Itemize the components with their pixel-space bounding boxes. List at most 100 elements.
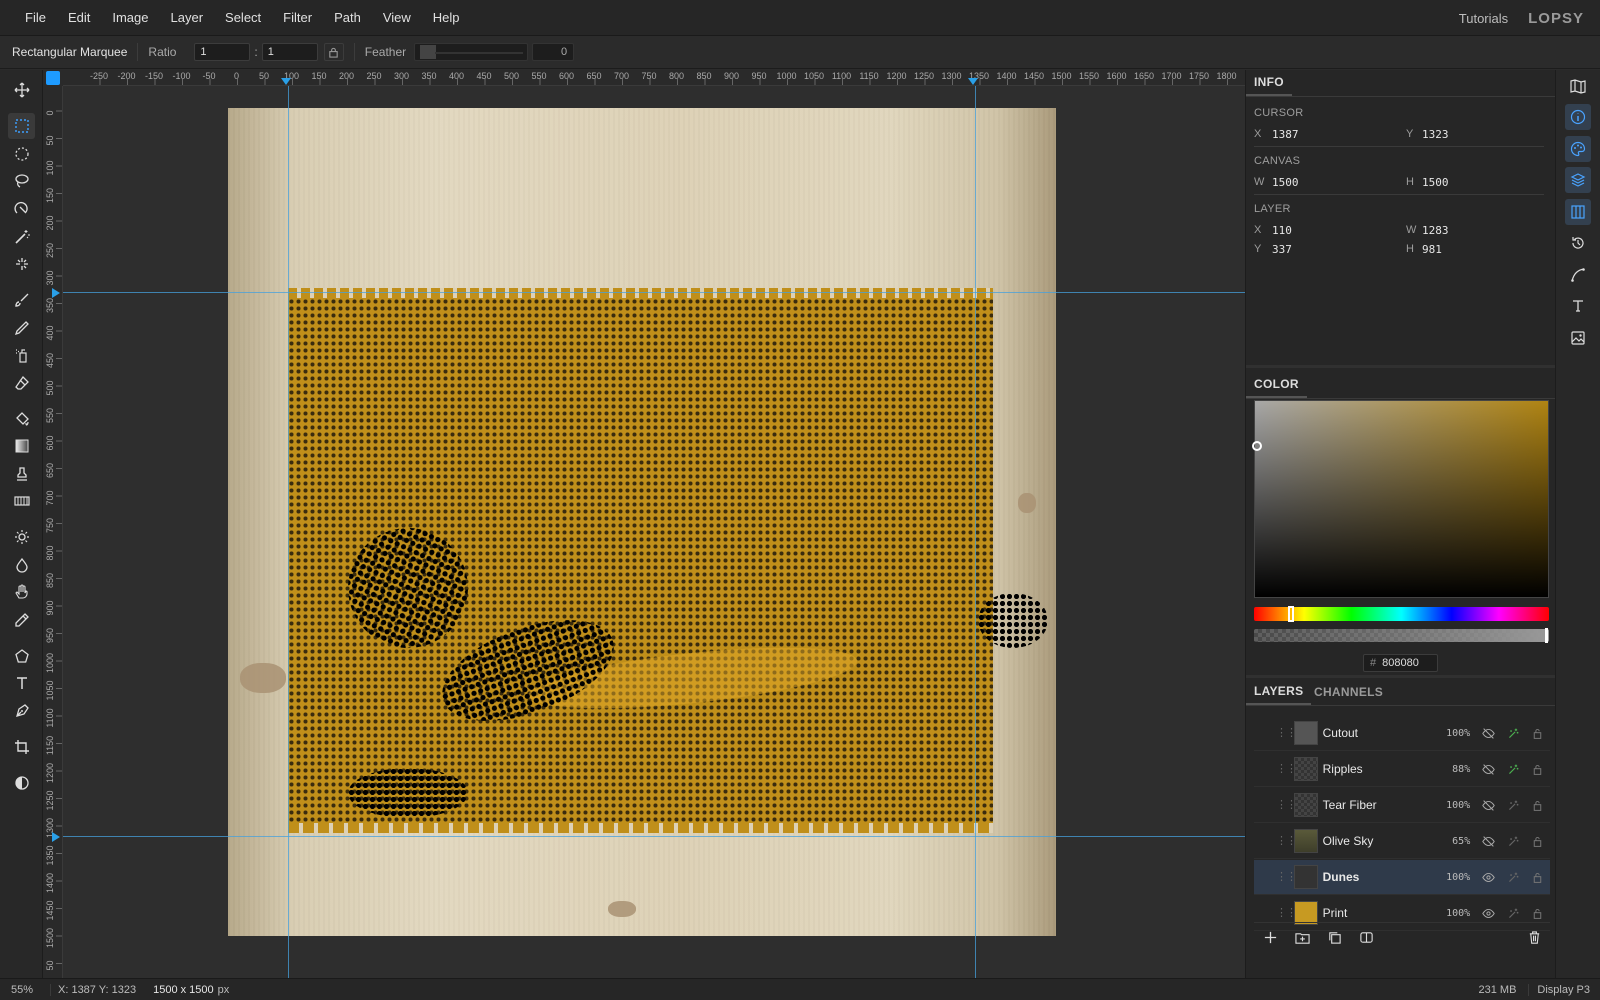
- polygon-tool[interactable]: [8, 643, 35, 669]
- color-panel-button[interactable]: [1565, 136, 1591, 162]
- crop-tool[interactable]: [8, 734, 35, 760]
- tab-color[interactable]: COLOR: [1246, 372, 1307, 398]
- effects-toggle[interactable]: [1501, 907, 1526, 920]
- delete-layer-button[interactable]: [1518, 925, 1550, 951]
- hue-slider[interactable]: [1254, 606, 1549, 622]
- gradient-tool[interactable]: [8, 433, 35, 459]
- lock-toggle[interactable]: [1525, 799, 1550, 812]
- alpha-slider-thumb[interactable]: [1545, 628, 1548, 643]
- panel-resize-handle[interactable]: [1246, 365, 1556, 368]
- visibility-toggle[interactable]: [1476, 727, 1501, 740]
- blur-tool[interactable]: [8, 552, 35, 578]
- effects-toggle[interactable]: [1501, 871, 1526, 884]
- layer-row[interactable]: ⋮⋮ Dunes 100%: [1254, 860, 1550, 895]
- layer-opacity[interactable]: 88%: [1431, 764, 1470, 775]
- menu-select[interactable]: Select: [214, 10, 272, 25]
- quick-select-tool[interactable]: [8, 251, 35, 277]
- panel-resize-handle[interactable]: [1246, 675, 1556, 678]
- image-edit-panel-button[interactable]: [1565, 325, 1591, 351]
- document-canvas[interactable]: [228, 108, 1056, 936]
- layer-opacity[interactable]: 100%: [1431, 908, 1470, 919]
- menu-layer[interactable]: Layer: [160, 10, 215, 25]
- guide-marker-left[interactable]: [52, 832, 60, 842]
- dodge-tool[interactable]: [8, 524, 35, 550]
- hex-input[interactable]: #808080: [1363, 654, 1438, 672]
- guide-line-horizontal[interactable]: [63, 836, 1245, 837]
- layer-row[interactable]: ⋮⋮ Ripples 88%: [1254, 752, 1550, 787]
- visibility-toggle[interactable]: [1476, 835, 1501, 848]
- horizontal-ruler[interactable]: -250 -200 -150 -100 -50 0 50 100 150 200 250 300 350…: [63, 70, 1245, 86]
- visibility-toggle[interactable]: [1476, 763, 1501, 776]
- columns-panel-button[interactable]: [1565, 199, 1591, 225]
- rect-marquee-tool[interactable]: [8, 113, 35, 139]
- layer-opacity[interactable]: 100%: [1431, 872, 1470, 883]
- menu-filter[interactable]: Filter: [272, 10, 323, 25]
- tab-layers[interactable]: LAYERS: [1246, 679, 1312, 705]
- canvas-viewport[interactable]: [63, 86, 1245, 978]
- ratio-height-input[interactable]: [261, 43, 318, 61]
- layer-name[interactable]: Olive Sky: [1323, 834, 1431, 848]
- lock-toggle[interactable]: [1525, 763, 1550, 776]
- layer-name[interactable]: Ripples: [1323, 762, 1431, 776]
- guide-line-horizontal[interactable]: [63, 292, 1245, 293]
- effects-toggle[interactable]: [1501, 763, 1526, 776]
- layers-panel-button[interactable]: [1565, 167, 1591, 193]
- magnetic-lasso-tool[interactable]: [8, 196, 35, 222]
- effects-toggle[interactable]: [1501, 727, 1526, 740]
- feather-slider[interactable]: [414, 43, 529, 61]
- guide-marker-top[interactable]: [281, 78, 291, 85]
- bucket-tool[interactable]: [8, 406, 35, 432]
- menu-path[interactable]: Path: [323, 10, 372, 25]
- duplicate-layer-button[interactable]: [1318, 925, 1350, 951]
- mask-layer-button[interactable]: [1350, 925, 1382, 951]
- slider-thumb[interactable]: [420, 45, 437, 59]
- visibility-toggle[interactable]: [1476, 799, 1501, 812]
- pattern-tool[interactable]: [8, 488, 35, 514]
- menu-image[interactable]: Image: [101, 10, 159, 25]
- alpha-slider[interactable]: [1254, 628, 1549, 643]
- pen-tool[interactable]: [8, 698, 35, 724]
- lock-toggle[interactable]: [1525, 727, 1550, 740]
- eraser-tool[interactable]: [8, 370, 35, 396]
- tutorials-link[interactable]: Tutorials: [1459, 11, 1508, 26]
- lock-toggle[interactable]: [1525, 871, 1550, 884]
- layer-opacity[interactable]: 100%: [1431, 728, 1470, 739]
- ratio-width-input[interactable]: [194, 43, 251, 61]
- feather-value[interactable]: 0: [532, 43, 575, 61]
- pencil-tool[interactable]: [8, 315, 35, 341]
- add-layer-button[interactable]: [1254, 925, 1286, 951]
- vertical-ruler[interactable]: 0 50 100 150 200 250 300 350 400 450 500 550 600 650 7…: [43, 86, 63, 978]
- ruler-origin-button[interactable]: [46, 71, 60, 85]
- info-panel-button[interactable]: [1565, 104, 1591, 130]
- menu-file[interactable]: File: [14, 10, 57, 25]
- visibility-toggle[interactable]: [1476, 907, 1501, 920]
- layer-name[interactable]: Dunes: [1323, 870, 1431, 884]
- layer-opacity[interactable]: 65%: [1431, 836, 1470, 847]
- magic-wand-tool[interactable]: [8, 224, 35, 250]
- lock-toggle[interactable]: [1525, 907, 1550, 920]
- ratio-lock-button[interactable]: [323, 43, 344, 61]
- stamp-tool[interactable]: [8, 461, 35, 487]
- color-picker-handle[interactable]: [1252, 441, 1262, 451]
- layer-row[interactable]: ⋮⋮ Olive Sky 65%: [1254, 824, 1550, 859]
- contrast-tool[interactable]: [8, 770, 35, 796]
- map-panel-button[interactable]: [1565, 73, 1591, 99]
- ellipse-marquee-tool[interactable]: [8, 141, 35, 167]
- effects-toggle[interactable]: [1501, 799, 1526, 812]
- type-panel-button[interactable]: [1565, 293, 1591, 319]
- spray-tool[interactable]: [8, 342, 35, 368]
- drag-handle-icon[interactable]: ⋮⋮: [1276, 728, 1297, 739]
- lock-toggle[interactable]: [1525, 835, 1550, 848]
- hand-tool[interactable]: [8, 579, 35, 605]
- layer-name[interactable]: Tear Fiber: [1323, 798, 1431, 812]
- drag-handle-icon[interactable]: ⋮⋮: [1276, 800, 1297, 811]
- guide-marker-left[interactable]: [52, 288, 60, 298]
- layer-row[interactable]: ⋮⋮ Cutout 100%: [1254, 716, 1550, 751]
- visibility-toggle[interactable]: [1476, 871, 1501, 884]
- effects-toggle[interactable]: [1501, 835, 1526, 848]
- drag-handle-icon[interactable]: ⋮⋮: [1276, 836, 1297, 847]
- layer-opacity[interactable]: 100%: [1431, 800, 1470, 811]
- tab-info[interactable]: INFO: [1246, 70, 1292, 96]
- move-tool[interactable]: [8, 77, 35, 103]
- saturation-value-field[interactable]: [1252, 400, 1549, 598]
